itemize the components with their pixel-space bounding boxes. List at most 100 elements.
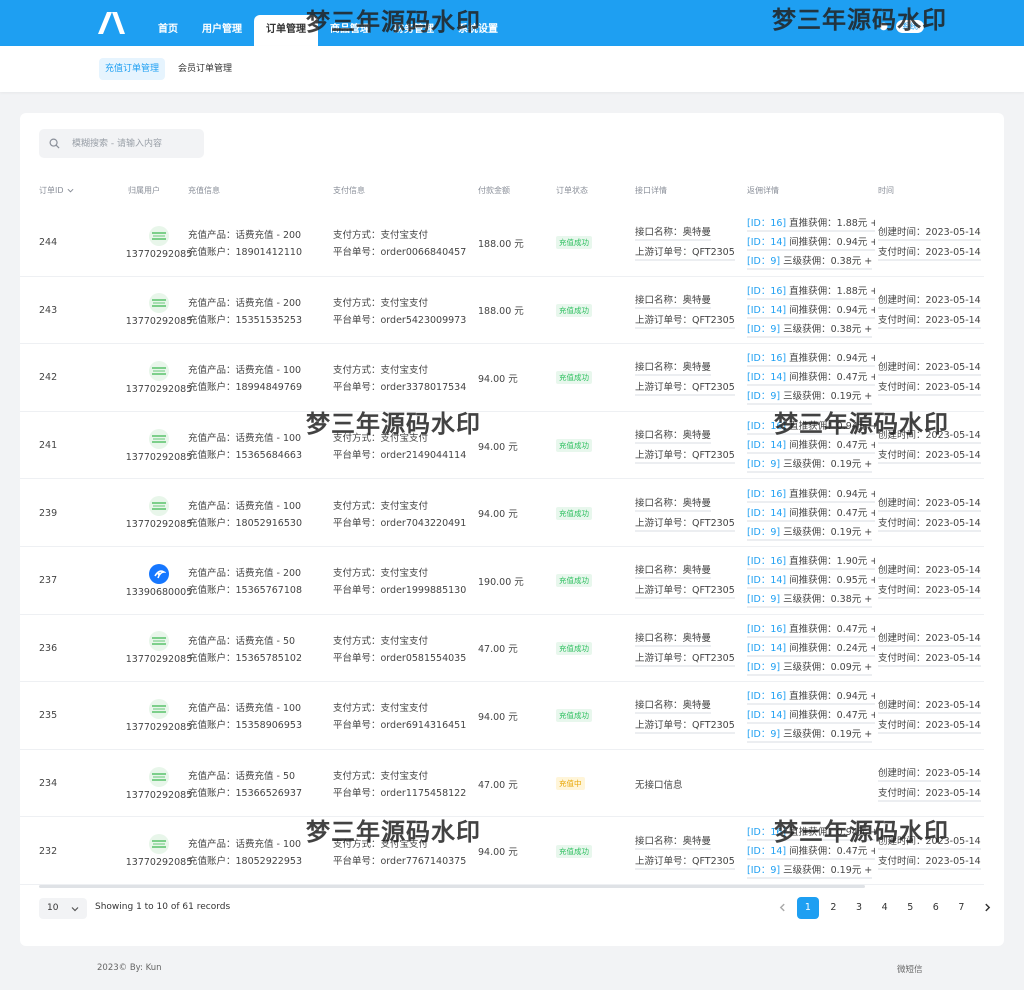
paid-time: 支付时间：2023-05-14 <box>878 379 981 397</box>
status-badge: 充值中 <box>556 777 585 791</box>
interface-info: 接口名称：奥特曼 上游订单号：QFT2305 <box>635 277 737 345</box>
commission-user-id[interactable]: [ID：9] <box>747 729 780 740</box>
commission-text: 三级获佣：0.38元 + <box>780 256 873 268</box>
commission-user-id[interactable]: [ID：9] <box>747 256 780 267</box>
page-size-select[interactable]: 10 <box>39 898 87 919</box>
commission-line: [ID：9] 三级获佣：0.09元 + <box>747 659 873 676</box>
nav-item[interactable]: 商品管理 <box>318 0 382 46</box>
commission-user-id[interactable]: [ID：16] <box>747 218 786 229</box>
pay-amount: 94.00 元 <box>478 509 518 521</box>
page-button[interactable]: 3 <box>848 897 870 919</box>
commission-user-id[interactable]: [ID：9] <box>747 391 780 402</box>
commission-user-id[interactable]: [ID：14] <box>747 846 786 857</box>
chevron-down-icon[interactable] <box>67 187 74 194</box>
main-nav: 首页 用户管理 订单管理 商品管理 财务管理 系统设置 <box>146 0 510 46</box>
upstream-order: 上游订单号：QFT2305 <box>635 447 735 465</box>
commission-line: [ID：14] 间推获佣：0.94元 + <box>747 302 875 319</box>
commission-line: [ID：16] 直推获佣：0.94元 + <box>747 350 875 368</box>
top-badge[interactable]: 系统 <box>896 20 924 33</box>
pay-info: 支付方式：支付宝支付 平台单号：order1999885130 <box>333 547 473 615</box>
commission-user-id[interactable]: [ID：14] <box>747 372 786 383</box>
commission-user-id[interactable]: [ID：9] <box>747 662 780 673</box>
platform-order: 平台单号：order0066840457 <box>333 247 467 259</box>
logo-icon[interactable] <box>96 11 126 35</box>
commission-user-id[interactable]: [ID：16] <box>747 691 786 702</box>
commission-user-id[interactable]: [ID：16] <box>747 827 786 838</box>
recharge-info: 充值产品：话费充值 - 50 充值账户：15365785102 <box>188 615 328 683</box>
platform-order: 平台单号：order5423009973 <box>333 314 467 326</box>
avatar <box>149 496 169 517</box>
commission-user-id[interactable]: [ID：16] <box>747 421 786 432</box>
nav-item[interactable]: 系统设置 <box>446 0 510 46</box>
page-button[interactable]: 7 <box>950 897 972 919</box>
page-button[interactable]: 2 <box>822 897 844 919</box>
interface-name: 接口名称：奥特曼 <box>635 697 712 715</box>
avatar <box>149 698 169 719</box>
commission-user-id[interactable]: [ID：16] <box>747 556 786 567</box>
commission-user-id[interactable]: [ID：16] <box>747 353 786 364</box>
horizontal-scrollbar[interactable] <box>39 885 865 888</box>
recharge-account: 充值账户：15365684663 <box>188 450 302 462</box>
page-button[interactable]: 5 <box>899 897 921 919</box>
table-row: 234 13770292085 充值产品：话费充值 - 50 充值账户：1536652… <box>20 750 984 818</box>
status-badge: 充值成功 <box>556 506 592 520</box>
nav-item[interactable]: 用户管理 <box>190 0 254 46</box>
top-bar: 首页 用户管理 订单管理 商品管理 财务管理 系统设置 ● 系统 <box>0 0 1024 46</box>
recharge-info: 充值产品：话费充值 - 100 充值账户：18994849769 <box>188 344 328 412</box>
platform-order: 平台单号：order1175458122 <box>333 788 467 800</box>
commission-line: [ID：16] 直推获佣：1.88元 + <box>747 283 875 300</box>
pay-method: 支付方式：支付宝支付 <box>333 703 429 715</box>
commission-user-id[interactable]: [ID：14] <box>747 710 786 721</box>
commission-user-id[interactable]: [ID：14] <box>747 440 786 451</box>
commission-user-id[interactable]: [ID：9] <box>747 594 780 605</box>
recharge-info: 充值产品：话费充值 - 50 充值账户：15366526937 <box>188 750 328 818</box>
commission-text: 三级获佣：0.19元 + <box>780 526 873 538</box>
user-icon[interactable]: ● <box>879 21 888 32</box>
page-button[interactable]: 6 <box>925 897 947 919</box>
commission-user-id[interactable]: [ID：14] <box>747 237 786 248</box>
prev-page-button[interactable] <box>771 897 793 919</box>
subtab-member-orders[interactable]: 会员订单管理 <box>172 58 238 80</box>
commission-line: [ID：16] 直推获佣：0.94元 + <box>747 824 875 841</box>
search-input[interactable] <box>72 129 200 158</box>
recharge-account: 充值账户：18052916530 <box>188 517 302 529</box>
commission-user-id[interactable]: [ID：16] <box>747 624 786 635</box>
recharge-info: 充值产品：话费充值 - 200 充值账户：15365767108 <box>188 547 328 615</box>
page-button[interactable]: 1 <box>796 897 819 919</box>
avatar <box>149 563 169 584</box>
nav-item[interactable]: 订单管理 <box>254 15 318 46</box>
commission-user-id[interactable]: [ID：14] <box>747 508 786 519</box>
status-badge: 充值成功 <box>556 709 592 723</box>
commission-user-id[interactable]: [ID：14] <box>747 643 786 654</box>
header-order-id[interactable]: 订单ID <box>39 185 74 196</box>
commission-user-id[interactable]: [ID：16] <box>747 286 786 297</box>
order-id: 239 <box>39 507 58 519</box>
commission-info: [ID：16] 直推获佣：0.94元 + [ID：14] 间推获佣：0.47元 +… <box>747 344 875 412</box>
user-phone: 13770292085 <box>125 721 193 733</box>
status-cell: 充值成功 <box>556 682 626 750</box>
commission-info: [ID：16] 直推获佣：0.94元 + [ID：14] 间推获佣：0.47元 +… <box>747 682 875 750</box>
time-info: 创建时间：2023-05-14 支付时间：2023-05-14 <box>878 209 1004 277</box>
platform-order: 平台单号：order2149044114 <box>333 450 467 462</box>
recharge-product: 充值产品：话费充值 - 100 <box>188 838 302 850</box>
nav-item[interactable]: 财务管理 <box>382 0 446 46</box>
sub-nav: 充值订单管理 会员订单管理 <box>0 46 1024 92</box>
subtab-recharge-orders[interactable]: 充值订单管理 <box>99 58 166 80</box>
nav-item[interactable]: 首页 <box>146 0 190 46</box>
order-id: 237 <box>39 575 58 587</box>
recharge-account: 充值账户：18052922953 <box>188 855 302 867</box>
commission-user-id[interactable]: [ID：9] <box>747 324 780 335</box>
commission-user-id[interactable]: [ID：9] <box>747 527 780 538</box>
commission-user-id[interactable]: [ID：14] <box>747 305 786 316</box>
pay-info: 支付方式：支付宝支付 平台单号：order5423009973 <box>333 277 473 345</box>
recharge-product: 充值产品：话费充值 - 100 <box>188 433 302 445</box>
commission-text: 直推获佣：1.90元 + <box>786 556 875 568</box>
commission-user-id[interactable]: [ID：9] <box>747 459 780 470</box>
next-page-button[interactable] <box>976 897 998 919</box>
commission-user-id[interactable]: [ID：14] <box>747 575 786 586</box>
commission-user-id[interactable]: [ID：9] <box>747 865 780 876</box>
commission-text: 三级获佣：0.09元 + <box>780 661 873 673</box>
pay-method: 支付方式：支付宝支付 <box>333 635 429 647</box>
commission-user-id[interactable]: [ID：16] <box>747 489 786 500</box>
page-button[interactable]: 4 <box>874 897 896 919</box>
